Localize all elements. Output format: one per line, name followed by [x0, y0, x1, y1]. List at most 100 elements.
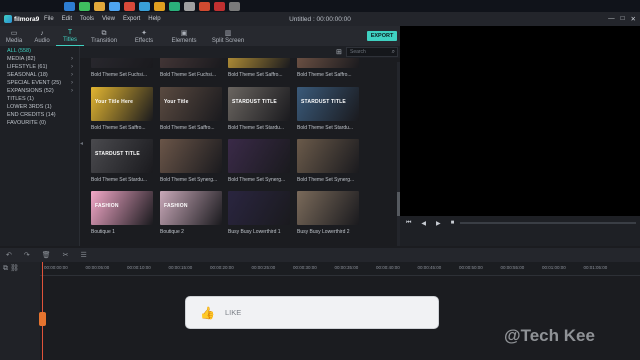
title-template-card[interactable]: Bold Theme Set Synerg... [228, 139, 290, 183]
tab-audio[interactable]: ♪ Audio [28, 26, 56, 46]
title-template-card[interactable]: Bold Theme Set Saffro... [228, 58, 290, 78]
title-template-card[interactable]: Bold Theme Set Fuchsi... [160, 58, 222, 78]
playback-progress[interactable] [460, 222, 636, 224]
taskbar-app-icon[interactable] [214, 1, 225, 11]
play-icon[interactable]: ▶ [436, 220, 441, 227]
playhead[interactable] [42, 262, 43, 360]
playhead-handle[interactable] [39, 312, 46, 326]
taskbar-app-icon[interactable] [124, 1, 135, 11]
template-thumbnail: STARDUST TITLE [297, 87, 359, 121]
category-item[interactable]: LIFESTYLE (61) › [0, 63, 79, 71]
taskbar-app-icon[interactable] [199, 1, 210, 11]
category-item[interactable]: SEASONAL (18) › [0, 71, 79, 79]
timeline-ruler[interactable]: 00:00:00:00 00:00:05:00 00:00:10:00 00:00:1… [0, 262, 640, 276]
redo-icon[interactable]: ↷ [24, 251, 30, 259]
menu-tools[interactable]: Tools [80, 16, 94, 22]
maximize-button[interactable]: □ [621, 15, 625, 23]
menu-view[interactable]: View [102, 16, 115, 22]
tab-titles[interactable]: T Titles [56, 26, 84, 46]
template-thumbnail [160, 139, 222, 173]
category-item[interactable]: TITLES (1) [0, 95, 79, 103]
stop-icon[interactable]: ■ [451, 220, 455, 226]
undo-icon[interactable]: ↶ [6, 251, 12, 259]
title-template-card[interactable]: Bold Theme Set Fuchsi... [91, 58, 153, 78]
template-label: Bold Theme Set Saffro... [297, 72, 352, 78]
title-template-card[interactable]: STARDUST TITLE Bold Theme Set Stardu... [91, 139, 153, 183]
skip-back-icon[interactable]: ⏮ [406, 220, 411, 227]
category-label: MEDIA (82) [7, 56, 36, 62]
taskbar-app-icon[interactable] [109, 1, 120, 11]
title-template-card[interactable]: Bold Theme Set Synerg... [160, 139, 222, 183]
add-track-icon[interactable]: ⧉ [3, 265, 8, 272]
minimize-button[interactable]: — [608, 15, 615, 23]
template-label: Busy Busy Lowerthird 1 [228, 229, 281, 235]
title-template-card[interactable]: FASHION Boutique 2 [160, 191, 222, 235]
link-icon[interactable]: ⛓ [10, 265, 19, 272]
delete-icon[interactable]: 🗑 [42, 251, 51, 259]
title-template-card[interactable]: FASHION Boutique 1 [91, 191, 153, 235]
tab-effects[interactable]: ✦ Effects [124, 26, 164, 46]
like-overlay-button[interactable]: 👍 LIKE [186, 297, 438, 328]
taskbar-app-icon[interactable] [184, 1, 195, 11]
search-icon[interactable]: ⌕ [392, 48, 395, 56]
menu-edit[interactable]: Edit [62, 16, 72, 22]
taskbar-app-icon[interactable] [79, 1, 90, 11]
template-label: Boutique 1 [91, 229, 115, 235]
close-button[interactable]: ✕ [631, 15, 636, 23]
title-template-card[interactable]: Bold Theme Set Synerg... [297, 139, 359, 183]
title-template-card[interactable]: Bold Theme Set Saffro... [297, 58, 359, 78]
title-template-card[interactable]: STARDUST TITLE Bold Theme Set Stardu... [297, 87, 359, 131]
adjust-icon[interactable]: ☰ [81, 251, 87, 259]
chevron-right-icon[interactable]: › [71, 87, 73, 95]
title-template-card[interactable]: STARDUST TITLE Bold Theme Set Stardu... [228, 87, 290, 131]
step-back-icon[interactable]: ◀ [421, 220, 426, 227]
taskbar-app-icon[interactable] [139, 1, 150, 11]
tab-label: Split Screen [211, 38, 245, 44]
taskbar [0, 0, 640, 12]
taskbar-app-icon[interactable] [154, 1, 165, 11]
menu-file[interactable]: File [44, 16, 54, 22]
chevron-right-icon[interactable]: › [71, 55, 73, 63]
category-item[interactable]: SPECIAL EVENT (25) › [0, 79, 79, 87]
cut-icon[interactable]: ✂ [63, 251, 69, 259]
category-item[interactable]: FAVOURITE (0) [0, 119, 79, 127]
timecode-tick: 00:00:15:00 [168, 265, 193, 270]
category-item[interactable]: EXPANSIONS (52) › [0, 87, 79, 95]
category-label: FAVOURITE (0) [7, 120, 47, 126]
player-lower-bar [400, 230, 640, 246]
menu-export[interactable]: Export [123, 16, 140, 22]
grid-view-icon[interactable]: ⊞ [336, 48, 342, 56]
thumbnail-text: Your Title Here [95, 99, 134, 105]
category-label: ALL (558) [7, 48, 31, 54]
timecode-tick: 00:00:25:00 [251, 265, 276, 270]
chevron-right-icon[interactable]: › [71, 79, 73, 87]
category-item[interactable]: ALL (558) [0, 47, 79, 55]
timecode-tick: 00:00:35:00 [334, 265, 359, 270]
window-title: Untitled : 00:00:00:00 [289, 15, 351, 23]
category-item[interactable]: LOWER 3RDS (1) [0, 103, 79, 111]
taskbar-app-icon[interactable] [169, 1, 180, 11]
chevron-right-icon[interactable]: › [71, 71, 73, 79]
tab-transition[interactable]: ⧉ Transition [84, 26, 124, 46]
taskbar-app-icon[interactable] [64, 1, 75, 11]
title-template-card[interactable]: Busy Busy Lowerthird 2 [297, 191, 359, 235]
template-thumbnail [297, 139, 359, 173]
collapse-sidebar-icon[interactable]: ◂ [80, 140, 83, 147]
menu-help[interactable]: Help [148, 16, 160, 22]
taskbar-app-icon[interactable] [229, 1, 240, 11]
title-template-card[interactable]: Your Title Here Bold Theme Set Saffro... [91, 87, 153, 131]
track-header: ⧉ ⛓ [0, 262, 40, 360]
chevron-right-icon[interactable]: › [71, 63, 73, 71]
taskbar-app-icon[interactable] [94, 1, 105, 11]
category-item[interactable]: END CREDITS (14) [0, 111, 79, 119]
title-template-card[interactable]: Busy Busy Lowerthird 1 [228, 191, 290, 235]
category-item[interactable]: MEDIA (82) › [0, 55, 79, 63]
tab-split-screen[interactable]: ▥ Split Screen [204, 26, 252, 46]
export-button[interactable]: EXPORT [367, 31, 397, 41]
tab-media[interactable]: ▭ Media [0, 26, 28, 46]
timecode-tick: 00:00:45:00 [417, 265, 442, 270]
tab-elements[interactable]: ▣ Elements [164, 26, 204, 46]
template-label: Boutique 2 [160, 229, 184, 235]
title-template-card[interactable]: Your Title Bold Theme Set Saffro... [160, 87, 222, 131]
search-input[interactable]: Search ⌕ [346, 47, 398, 57]
